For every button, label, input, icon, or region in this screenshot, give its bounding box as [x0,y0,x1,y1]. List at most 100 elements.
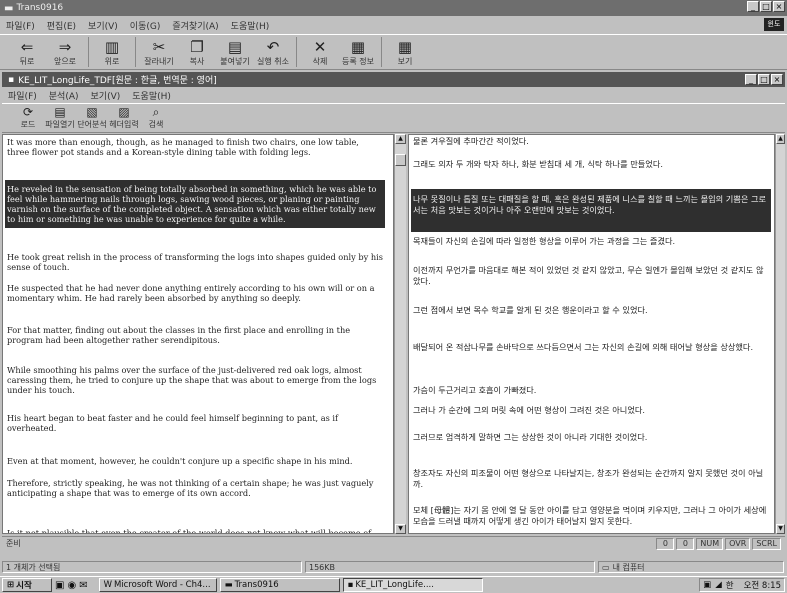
outer-tool-label: 실행 취소 [257,57,289,66]
outer-tool-label: 잘라내기 [144,57,174,66]
forward-arrow-icon: ⇒ [58,38,72,56]
task-word-label: Microsoft Word - Ch4... [113,580,211,590]
copy-icon: ❐ [190,38,204,56]
english-text-pane[interactable]: It was more than enough, though, as he m… [2,134,394,534]
left-pane-scrollbar[interactable]: ▲ ▼ [394,134,406,534]
inner-titlebar: ▪ KE_LIT_LongLife_TDF[원문 : 한글, 번역문 : 영어]… [2,72,785,87]
outer-titlebar: ▬ Trans0916 _ □ × [0,0,787,16]
start-button[interactable]: ⊞ 시작 [2,578,52,592]
outer-menu-item-0[interactable]: 파일(F) [6,19,35,32]
outer-menu-item-3[interactable]: 이동(G) [130,19,161,32]
outer-menu-item-5[interactable]: 도움말(H) [231,19,270,32]
right-scroll-up-arrow-icon[interactable]: ▲ [776,134,785,144]
outer-tool-0[interactable]: ⇐ 뒤로 [8,39,46,67]
outer-menubar: 파일(F) 편집(E) 보기(V) 이동(G) 즐겨찾기(A) 도움말(H) [0,16,787,32]
inner-status-text: 준비 [6,539,21,548]
task-trans-label: Trans0916 [234,580,279,590]
computer-icon: ▭ [602,562,610,572]
close-button[interactable]: × [773,1,785,12]
outer-tool-label: 삭제 [312,57,328,66]
korean-text-pane[interactable]: 물론 겨우질에 추마간간 적이었다. 그래도 의자 두 개와 탁자 하나, 화분 … [408,134,775,534]
inner-window-title: KE_LIT_LongLife_TDF[원문 : 한글, 번역문 : 영어] [18,76,217,86]
inner-menu-item-2[interactable]: 보기(V) [91,89,121,102]
outer-toolbar: ⇐ 뒤로 ⇒ 앞으로 ▥ 위로 ✂ 잘라내기 ❐ 복사 ▤ 붙여넣기 ↶ 실행 취소 ✕ 삭제 ▦ 등록 정보 ▦ 보… [0,34,787,70]
folder-icon: ▬ [4,2,14,14]
inner-tool-label: 헤더입력 [109,120,139,129]
korean-sentence[interactable]: 그런 점에서 보면 목수 학교를 알게 된 것은 행운이라고 할 수 있었다. [411,305,771,316]
outer-menu-item-2[interactable]: 보기(V) [88,19,118,32]
english-sentence[interactable]: He took great relish in the process of t… [5,252,385,272]
status-indicator-1: 0 [676,537,695,550]
inner-minimize-button[interactable]: _ [745,74,757,85]
outer-tool-6[interactable]: ↶ 실행 취소 [254,39,292,67]
outer-tool-9[interactable]: ▦ 보기 [386,39,424,67]
korean-sentence[interactable]: 가슴이 두근거리고 호흡이 가빠졌다. [411,385,771,396]
selected-sentence[interactable]: He reveled in the sensation of being tot… [5,180,385,228]
korean-sentence[interactable]: 목재들이 자신의 손길에 따라 일정한 형상을 이루어 가는 과정을 그는 즐겼… [411,236,771,247]
inner-tool-3[interactable]: ▨ 헤더입력 [108,106,140,130]
toolbar-separator [296,37,297,67]
minimize-button[interactable]: _ [747,1,759,12]
tray-ime-icon[interactable]: 한 [726,579,734,591]
korean-sentence[interactable]: 이전까지 무언가를 마음대로 해본 적이 있었던 것 같지 않았고, 무슨 일엔… [411,265,771,287]
scroll-up-arrow-icon[interactable]: ▲ [395,134,406,144]
maximize-button[interactable]: □ [760,1,772,12]
task-trans[interactable]: ▬ Trans0916 [219,578,340,592]
outer-tool-3[interactable]: ✂ 잘라내기 [140,39,178,67]
tray-network-icon[interactable]: ▣ [703,580,711,590]
english-sentence[interactable]: Is it not plausible that even the creato… [5,528,385,533]
selected-korean-sentence[interactable]: 나무 못질이나 톱질 또는 대패질을 할 때, 혹은 완성된 제품에 니스를 칠… [411,189,771,232]
korean-sentence[interactable]: 그러나 가 순간에 그의 머릿 속에 어떤 형상이 그려진 것은 아니었다. [411,405,771,416]
task-kelit[interactable]: ▪ KE_LIT_LongLife.... [342,578,483,592]
quicklaunch-desktop-icon[interactable]: ▣ [55,580,64,591]
english-sentence[interactable]: It was more than enough, though, as he m… [5,137,385,157]
english-sentence[interactable]: For that matter, finding out about the c… [5,325,385,345]
korean-sentence[interactable]: 물론 겨우질에 추마간간 적이었다. [411,136,771,147]
inner-tool-1[interactable]: ▤ 파일열기 [44,106,76,130]
korean-sentence[interactable]: 그러므로 엄격하게 말하면 그는 상상한 것이 아니라 기대한 것이었다. [411,432,771,443]
outer-tool-5[interactable]: ▤ 붙여넣기 [216,39,254,67]
english-sentence[interactable]: Therefore, strictly speaking, he was not… [5,478,385,498]
korean-sentence[interactable]: 창조자도 자신의 피조물이 어떤 형상으로 나타날지는, 창조가 완성되는 순간… [411,468,771,490]
inner-menu-item-3[interactable]: 도움말(H) [132,89,171,102]
outer-menu-item-4[interactable]: 즐겨찾기(A) [172,19,218,32]
outer-tool-8[interactable]: ▦ 등록 정보 [339,39,377,67]
right-pane-scrollbar[interactable]: ▲ ▼ [775,134,785,534]
english-sentence[interactable]: While smoothing his palms over the surfa… [5,365,385,395]
outer-tool-2[interactable]: ▥ 위로 [93,39,131,67]
quicklaunch-browser-icon[interactable]: ◉ [67,580,76,591]
outer-status-bar: 1 개체가 선택됨 156KB ▭ 내 컴퓨터 [0,560,787,574]
outer-tool-label: 등록 정보 [342,57,374,66]
inner-menu-item-1[interactable]: 분석(A) [49,89,79,102]
tray-volume-icon[interactable]: ◢ [715,580,722,590]
korean-sentence[interactable]: 배달되어 온 적삼나무를 손바닥으로 쓰다듬으면서 그는 자신의 손길에 의해 … [411,342,771,353]
inner-tool-4[interactable]: ⌕ 검색 [140,106,172,130]
outer-tool-4[interactable]: ❐ 복사 [178,39,216,67]
inner-tool-label: 로드 [20,120,36,129]
scroll-down-arrow-icon[interactable]: ▼ [395,524,406,534]
korean-sentence[interactable]: 모체 [母體]는 자기 몸 안에 열 달 동안 아이를 담고 영양분을 먹이며 … [411,505,771,527]
app-small-icon: ▪ [347,580,354,590]
windows-logo-icon: 윈도 [764,18,784,31]
english-sentence[interactable]: He suspected that he had never done anyt… [5,283,385,303]
outer-tool-7[interactable]: ✕ 삭제 [301,39,339,67]
quicklaunch-mail-icon[interactable]: ✉ [79,580,87,591]
status-indicator-0: 0 [656,537,675,550]
inner-tool-2[interactable]: ▧ 단어분석 [76,106,108,130]
outer-menu-item-1[interactable]: 편집(E) [47,19,76,32]
scroll-thumb[interactable] [395,154,406,166]
inner-menu-item-0[interactable]: 파일(F) [8,89,37,102]
inner-tool-0[interactable]: ⟳ 로드 [12,106,44,130]
right-scroll-down-arrow-icon[interactable]: ▼ [776,524,785,534]
english-sentence[interactable]: His heart began to beat faster and he co… [5,413,385,433]
inner-close-button[interactable]: × [771,74,783,85]
taskbar: ⊞ 시작 ▣ ◉ ✉ W Microsoft Word - Ch4... ▬ Tra… [0,576,787,593]
task-word[interactable]: W Microsoft Word - Ch4... [98,578,217,592]
english-sentence[interactable]: Even at that moment, however, he couldn'… [5,456,385,466]
delete-x-icon: ✕ [313,38,327,56]
reload-icon: ⟳ [22,105,34,119]
inner-status-bar: 준비 0 0 NUM OVR SCRL [2,536,785,550]
korean-sentence[interactable]: 그래도 의자 두 개와 탁자 하나, 화분 받침대 세 개, 식탁 하나를 만들… [411,159,771,170]
outer-tool-1[interactable]: ⇒ 앞으로 [46,39,84,67]
inner-maximize-button[interactable]: □ [758,74,770,85]
